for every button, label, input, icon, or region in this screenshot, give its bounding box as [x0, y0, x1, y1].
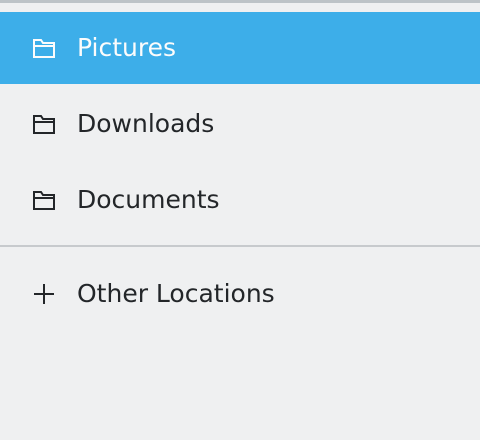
top-divider [0, 0, 480, 3]
folder-icon [30, 186, 58, 214]
sidebar-item-downloads[interactable]: Downloads [0, 88, 480, 160]
sidebar-item-pictures[interactable]: Pictures [0, 12, 480, 84]
folder-icon [30, 34, 58, 62]
plus-icon [30, 280, 58, 308]
folder-icon [30, 110, 58, 138]
sidebar-item-label: Downloads [77, 109, 215, 138]
sidebar-item-other-locations[interactable]: Other Locations [0, 258, 480, 330]
section-divider [0, 245, 480, 247]
sidebar-item-label: Documents [77, 185, 220, 214]
sidebar-item-label: Pictures [77, 33, 176, 62]
places-sidebar: Pictures Downloads Documents Other Locat… [0, 0, 480, 440]
sidebar-item-label: Other Locations [77, 279, 275, 308]
sidebar-item-documents[interactable]: Documents [0, 164, 480, 236]
